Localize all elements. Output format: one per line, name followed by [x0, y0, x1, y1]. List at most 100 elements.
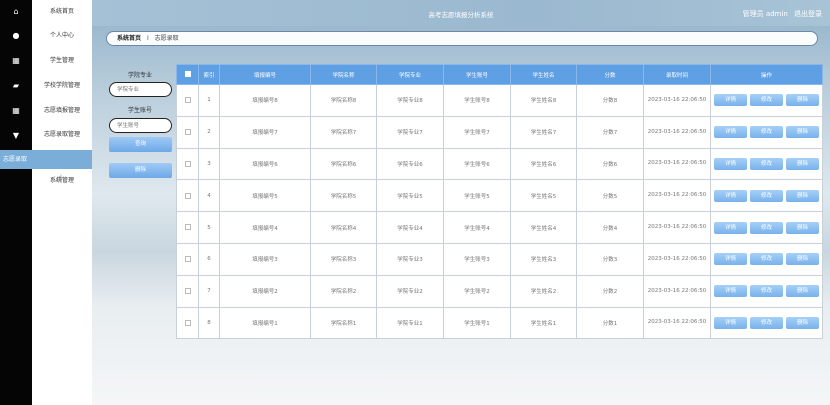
home-icon[interactable]: ⌂ [0, 5, 32, 19]
header-code: 填报编号 [219, 64, 311, 85]
detail-button[interactable]: 详情 [714, 253, 747, 266]
edit-button[interactable]: 修改 [750, 316, 783, 329]
row-select-cell[interactable] [176, 274, 199, 308]
sidebar-item-applications[interactable]: 志愿填报管理 [32, 105, 92, 117]
detail-button[interactable]: 详情 [714, 126, 747, 139]
cell-code: 填报编号8 [219, 84, 311, 117]
table-row: 8 填报编号1 学院名称1 学院专业1 学生账号1 学生姓名1 分数1 2023-03-16 … [176, 306, 823, 340]
table-row: 7 填报编号2 学院名称2 学院专业2 学生账号2 学生姓名2 分数2 2023-03-16 … [176, 274, 823, 308]
detail-button[interactable]: 详情 [714, 285, 747, 298]
select-all-checkbox[interactable] [184, 71, 191, 78]
cell-account: 学生账号8 [443, 84, 511, 117]
cell-college: 学院名称7 [310, 115, 377, 149]
student-account-input[interactable] [109, 118, 172, 133]
row-select-cell[interactable] [176, 179, 199, 213]
cell-time: 2023-03-16 22:06:50 [643, 274, 711, 308]
edit-button[interactable]: 修改 [750, 189, 783, 202]
cell-account: 学生账号4 [443, 211, 511, 244]
row-select-cell[interactable] [176, 242, 199, 276]
header-select-all[interactable] [176, 64, 199, 85]
detail-button[interactable]: 详情 [714, 94, 747, 107]
cell-index: 2 [198, 115, 220, 149]
edit-button[interactable]: 修改 [750, 253, 783, 266]
header-name: 学生姓名 [510, 64, 577, 85]
row-checkbox[interactable] [184, 128, 191, 135]
cell-actions: 详情 修改 删除 [710, 147, 823, 181]
cell-account: 学生账号3 [443, 242, 511, 276]
cell-actions: 详情 修改 删除 [710, 179, 823, 213]
cell-time: 2023-03-16 22:06:50 [643, 147, 711, 181]
detail-button[interactable]: 详情 [714, 189, 747, 202]
header-account: 学生账号 [443, 64, 511, 85]
delete-button[interactable]: 删除 [786, 126, 819, 139]
cell-time: 2023-03-16 22:06:50 [643, 115, 711, 149]
row-select-cell[interactable] [176, 147, 199, 181]
row-checkbox[interactable] [184, 192, 191, 199]
delete-button[interactable]: 删除 [786, 285, 819, 298]
delete-button[interactable]: 删除 [786, 157, 819, 170]
delete-button[interactable]: 删除 [786, 189, 819, 202]
query-button[interactable]: 查询 [109, 137, 172, 152]
cell-index: 4 [198, 179, 220, 213]
row-checkbox[interactable] [184, 224, 191, 231]
sidebar-item-profile[interactable]: 个人中心 [32, 30, 92, 42]
breadcrumb-home[interactable]: 系统首页 [117, 35, 141, 42]
cell-name: 学生姓名6 [510, 147, 577, 181]
sidebar-item-admissions[interactable]: 志愿录取管理 [32, 129, 92, 141]
detail-button[interactable]: 详情 [714, 316, 747, 329]
edit-button[interactable]: 修改 [750, 285, 783, 298]
detail-button[interactable]: 详情 [714, 157, 747, 170]
cell-index: 5 [198, 211, 220, 244]
cell-major: 学院专业3 [376, 242, 444, 276]
cell-name: 学生姓名8 [510, 84, 577, 117]
row-select-cell[interactable] [176, 211, 199, 244]
row-checkbox[interactable] [184, 287, 191, 294]
edit-button[interactable]: 修改 [750, 221, 783, 234]
row-select-cell[interactable] [176, 306, 199, 340]
detail-button[interactable]: 详情 [714, 221, 747, 234]
logout-link[interactable]: 退出登录 [794, 10, 822, 18]
sidebar-item-admission-current[interactable]: 志愿录取 [0, 150, 92, 169]
header-college: 学院名称 [310, 64, 377, 85]
row-checkbox[interactable] [184, 97, 191, 104]
batch-delete-button[interactable]: 删除 [109, 163, 172, 178]
sidebar-item-home[interactable]: 系统首页 [32, 6, 92, 18]
cell-actions: 详情 修改 删除 [710, 306, 823, 340]
delete-button[interactable]: 删除 [786, 253, 819, 266]
sidebar-item-colleges[interactable]: 学校学院管理 [32, 80, 92, 92]
cell-index: 8 [198, 306, 220, 340]
cell-score: 分数8 [576, 84, 644, 117]
cell-name: 学生姓名2 [510, 274, 577, 308]
grid-icon[interactable]: ▦ [0, 54, 32, 68]
row-checkbox[interactable] [184, 256, 191, 263]
breadcrumb-current: 志愿录取 [154, 35, 179, 42]
edit-button[interactable]: 修改 [750, 126, 783, 139]
delete-button[interactable]: 删除 [786, 94, 819, 107]
header-index: 索引 [198, 64, 220, 85]
row-select-cell[interactable] [176, 84, 199, 117]
briefcase-icon[interactable]: ▰ [0, 79, 32, 93]
cell-actions: 详情 修改 删除 [710, 242, 823, 276]
edit-button[interactable]: 修改 [750, 157, 783, 170]
cell-account: 学生账号7 [443, 115, 511, 149]
cell-name: 学生姓名4 [510, 211, 577, 244]
row-select-cell[interactable] [176, 115, 199, 149]
grid-icon[interactable]: ▦ [0, 104, 32, 118]
admission-table: 索引 填报编号 学院名称 学院专业 学生账号 学生姓名 分数 录取时间 操作 1… [176, 64, 823, 340]
major-search-input[interactable] [109, 82, 172, 97]
cell-actions: 详情 修改 删除 [710, 211, 823, 244]
edit-button[interactable]: 修改 [750, 94, 783, 107]
user-icon[interactable]: ● [0, 29, 32, 43]
sidebar-item-students[interactable]: 学生管理 [32, 55, 92, 67]
table-row: 6 填报编号3 学院名称3 学院专业3 学生账号3 学生姓名3 分数3 2023-03-16 … [176, 242, 823, 276]
row-checkbox[interactable] [184, 319, 191, 326]
delete-button[interactable]: 删除 [786, 316, 819, 329]
cell-major: 学院专业6 [376, 147, 444, 181]
student-account-label: 学生账号 [127, 107, 152, 114]
trophy-icon[interactable]: ▼ [0, 129, 32, 143]
cell-major: 学院专业7 [376, 115, 444, 149]
row-checkbox[interactable] [184, 160, 191, 167]
cell-score: 分数4 [576, 211, 644, 244]
user-label: 管理员 admin [742, 10, 788, 18]
delete-button[interactable]: 删除 [786, 221, 819, 234]
